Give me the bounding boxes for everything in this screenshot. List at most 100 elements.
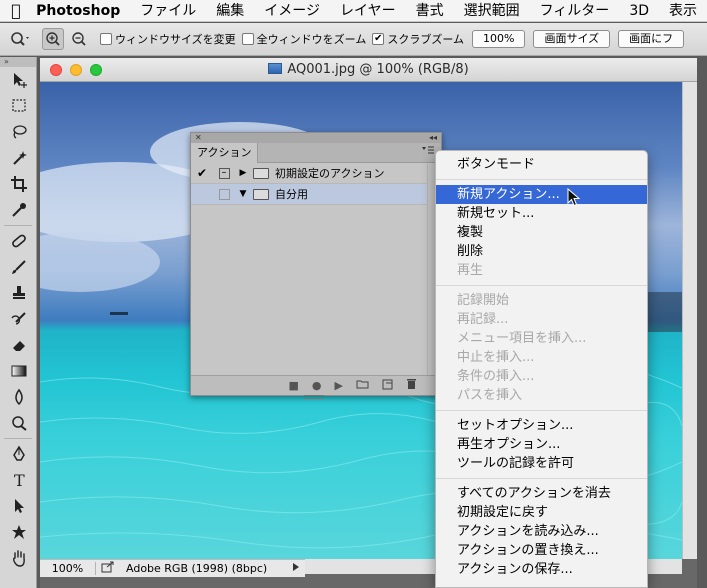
expand-arrow-icon[interactable]: ▶: [235, 168, 251, 178]
zoom-in-icon[interactable]: [42, 28, 64, 50]
checkmark-icon[interactable]: ✔: [372, 33, 385, 45]
eraser-tool-icon[interactable]: [0, 332, 37, 358]
menu-item[interactable]: 新規アクション...: [436, 185, 647, 204]
menu-edit[interactable]: 編集: [206, 0, 254, 22]
tools-panel: » T: [0, 57, 37, 588]
clone-stamp-tool-icon[interactable]: [0, 280, 37, 306]
zoom-all-windows-checkbox[interactable]: 全ウィンドウをズーム: [241, 31, 367, 47]
trash-icon[interactable]: [406, 378, 417, 393]
crop-tool-icon[interactable]: [0, 171, 37, 197]
menu-item[interactable]: 新規セット...: [436, 204, 647, 223]
scrubby-zoom-checkbox[interactable]: ✔ スクラブズーム: [372, 31, 464, 47]
tools-divider: [4, 438, 32, 439]
menu-item[interactable]: ボタンモード: [436, 155, 647, 174]
menu-item[interactable]: 削除: [436, 242, 647, 261]
status-bar: 100% Adobe RGB (1998) (8bpc): [40, 559, 305, 577]
resize-windows-checkbox[interactable]: ウィンドウサイズを変更: [100, 31, 236, 47]
record-icon[interactable]: ●: [312, 379, 322, 392]
menu-item: 記録開始: [457, 293, 510, 308]
zoom-tool-preset-icon[interactable]: [0, 31, 42, 47]
dialog-toggle-icon[interactable]: [218, 188, 230, 200]
panel-collapse-icon[interactable]: ◂◂: [429, 133, 437, 143]
menu-layer[interactable]: レイヤー: [330, 0, 406, 22]
menu-image[interactable]: イメージ: [254, 0, 330, 22]
minimize-window-icon[interactable]: [70, 64, 82, 76]
menu-item[interactable]: すべてのアクションを消去: [436, 484, 647, 503]
action-set-name: 自分用: [275, 188, 308, 201]
fill-screen-button[interactable]: 画面にフ: [618, 30, 685, 48]
actions-panel-menu: ボタンモード 新規アクション... 新規セット... 複製 削除 再生 記録開始 再記録...…: [435, 150, 648, 588]
zoom-out-icon[interactable]: [68, 28, 90, 50]
fit-screen-button[interactable]: 画面サイズ: [533, 30, 611, 48]
dodge-tool-icon[interactable]: [0, 410, 37, 436]
vertical-scrollbar[interactable]: [682, 82, 697, 559]
brush-tool-icon[interactable]: [0, 254, 37, 280]
actual-pixels-button[interactable]: 100%: [472, 30, 526, 48]
menu-item[interactable]: セットオプション...: [436, 416, 647, 435]
dialog-toggle-icon[interactable]: –: [218, 167, 230, 179]
menu-view[interactable]: 表示: [659, 0, 707, 22]
share-icon[interactable]: [96, 561, 120, 576]
menu-bar:  Photoshop ファイル 編集 イメージ レイヤー 書式 選択範囲 フィ…: [0, 0, 707, 22]
menu-item[interactable]: アクションを読み込み...: [436, 522, 647, 541]
hand-tool-icon[interactable]: [0, 545, 37, 571]
move-tool-icon[interactable]: [0, 67, 37, 93]
menu-item[interactable]: 初期設定に戻す: [436, 503, 647, 522]
menu-file[interactable]: ファイル: [130, 0, 206, 22]
eyedropper-tool-icon[interactable]: [0, 197, 37, 223]
menu-item[interactable]: アクションの置き換え...: [436, 541, 647, 560]
panel-close-icon[interactable]: ✕: [195, 133, 202, 143]
resize-windows-label: ウィンドウサイズを変更: [115, 33, 236, 46]
actions-list-empty-area[interactable]: [191, 207, 427, 376]
healing-brush-tool-icon[interactable]: [0, 228, 37, 254]
menu-item: 条件の挿入...: [457, 369, 535, 384]
menu-type[interactable]: 書式: [406, 0, 454, 22]
mouse-cursor-icon: [567, 187, 581, 212]
zoom-level-field[interactable]: 100%: [40, 562, 96, 575]
close-window-icon[interactable]: [50, 64, 62, 76]
toggle-item-checkmark-icon[interactable]: ✔: [191, 166, 213, 180]
tools-panel-collapse-icon[interactable]: »: [0, 57, 36, 67]
marquee-tool-icon[interactable]: [0, 93, 37, 119]
menu-filter[interactable]: フィルター: [530, 0, 620, 22]
magic-wand-tool-icon[interactable]: [0, 145, 37, 171]
gradient-tool-icon[interactable]: [0, 358, 37, 384]
menu-item[interactable]: アクションの保存...: [436, 560, 647, 579]
checkbox-box[interactable]: [100, 33, 112, 45]
stop-recording-icon[interactable]: ■: [289, 379, 299, 392]
tools-divider: [4, 225, 32, 226]
menu-app-name[interactable]: Photoshop: [32, 0, 130, 22]
actions-panel: ✕ ◂◂ アクション ✔ – ▶ 初期設定のアクション ▼ 自分用 ■ ● ▶: [190, 132, 442, 399]
custom-shape-tool-icon[interactable]: [0, 519, 37, 545]
checkbox-box[interactable]: [241, 33, 254, 45]
pen-tool-icon[interactable]: [0, 441, 37, 467]
action-set-row[interactable]: ✔ – ▶ 初期設定のアクション: [191, 163, 441, 184]
history-brush-tool-icon[interactable]: [0, 306, 37, 332]
menu-item[interactable]: 再生オプション...: [436, 435, 647, 454]
play-icon[interactable]: ▶: [335, 379, 343, 392]
tab-actions[interactable]: アクション: [191, 143, 259, 163]
path-selection-tool-icon[interactable]: [0, 493, 37, 519]
panel-header[interactable]: ✕ ◂◂: [191, 133, 441, 143]
resize-grip-icon[interactable]: [304, 395, 324, 399]
new-action-icon[interactable]: [382, 379, 393, 393]
menu-item[interactable]: ツールの記録を許可: [436, 454, 647, 473]
new-set-folder-icon[interactable]: [356, 379, 369, 392]
apple-icon[interactable]: : [0, 1, 32, 20]
zoom-window-icon[interactable]: [90, 64, 102, 76]
blur-tool-icon[interactable]: [0, 384, 37, 410]
document-titlebar[interactable]: AQ001.jpg @ 100% (RGB/8): [40, 58, 697, 82]
menu-item[interactable]: 複製: [436, 223, 647, 242]
type-tool-icon[interactable]: T: [0, 467, 37, 493]
menu-select[interactable]: 選択範囲: [454, 0, 530, 22]
options-bar: ウィンドウサイズを変更 全ウィンドウをズーム ✔ スクラブズーム 100% 画面…: [0, 23, 707, 56]
zoom-all-label: 全ウィンドウをズーム: [256, 33, 367, 46]
status-menu-arrow-icon[interactable]: [291, 562, 305, 575]
menu-item: 中止を挿入...: [457, 350, 535, 365]
menu-3d[interactable]: 3D: [619, 0, 659, 22]
panel-menu-icon[interactable]: [421, 145, 435, 158]
lasso-tool-icon[interactable]: [0, 119, 37, 145]
collapse-arrow-icon[interactable]: ▼: [235, 189, 251, 199]
action-set-row[interactable]: ▼ 自分用: [191, 184, 441, 205]
actions-footer-toolbar: ■ ● ▶: [191, 375, 441, 395]
